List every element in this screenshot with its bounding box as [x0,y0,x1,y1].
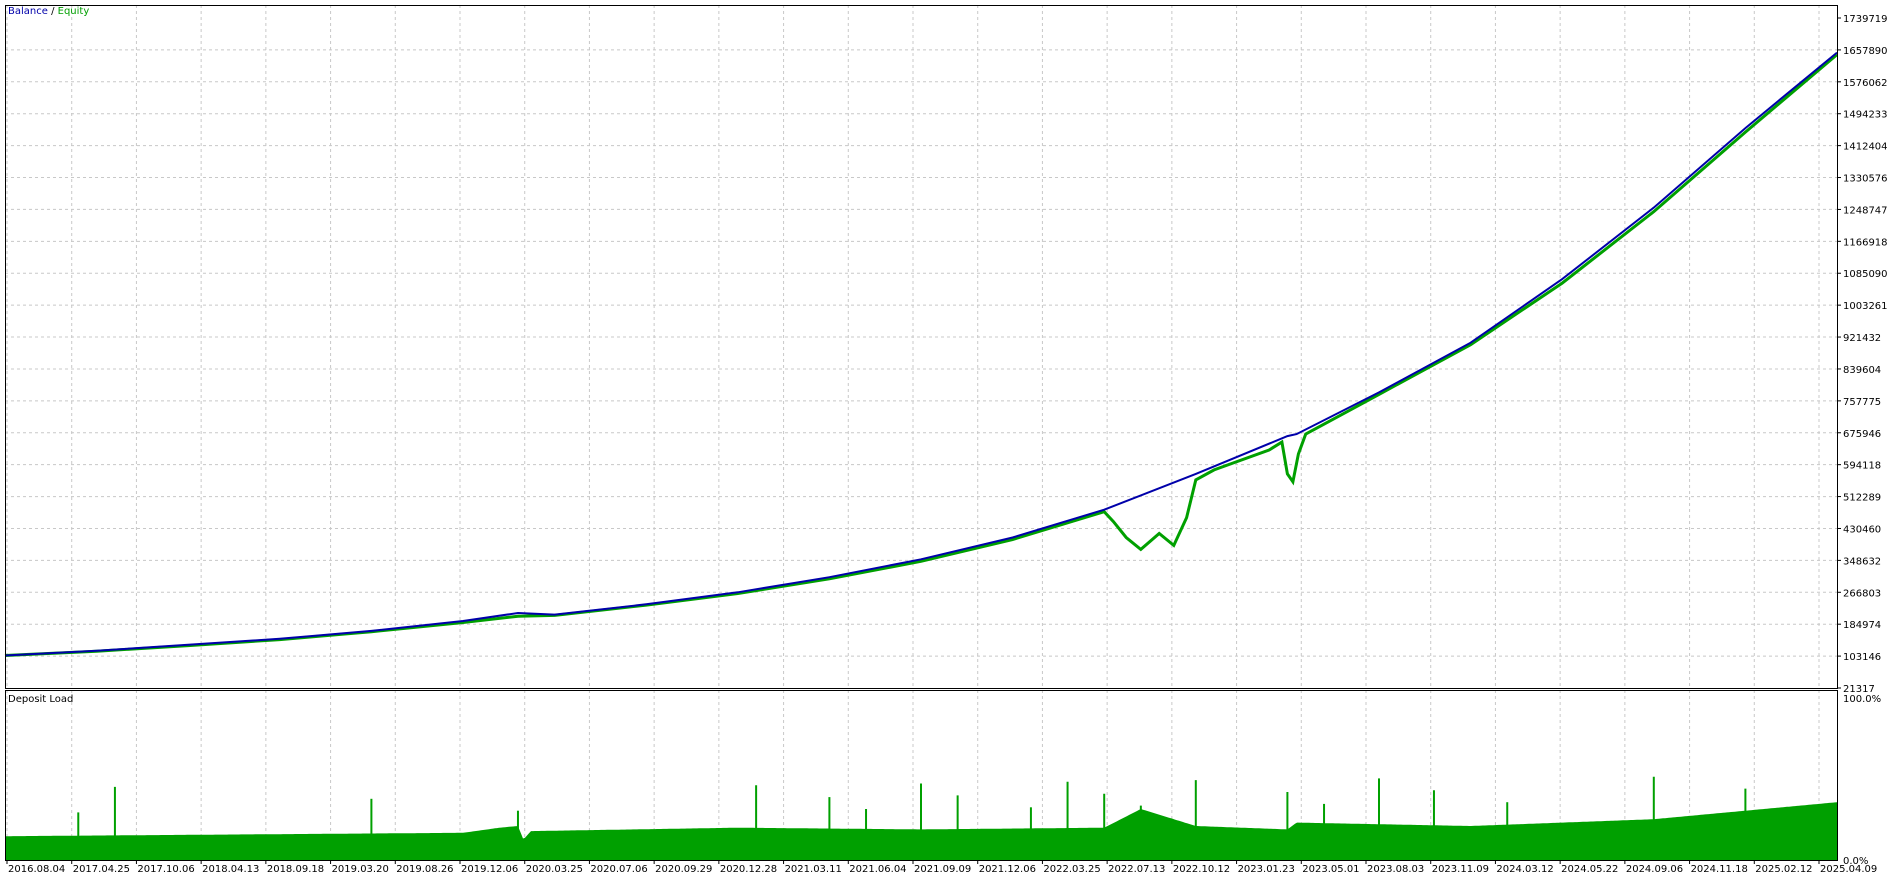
deposit-load-title: Deposit Load [8,694,74,705]
y-tick-label: 921432 [1843,333,1881,344]
x-tick-label: 2021.03.11 [785,864,842,875]
x-tick-label: 2019.12.06 [461,864,518,875]
y-tick-label: 512289 [1843,493,1881,504]
chart-legend: Balance / Equity [8,6,89,17]
x-tick-label: 2018.04.13 [202,864,259,875]
x-tick-label: 2020.03.25 [526,864,583,875]
y-tick-label: 184974 [1843,620,1881,631]
y-tick-label: 430460 [1843,524,1881,535]
x-tick-label: 2021.09.09 [914,864,971,875]
x-tick-label: 2020.12.28 [720,864,777,875]
y-tick-label: 1657890 [1843,46,1888,57]
y-tick-label: 1003261 [1843,301,1888,312]
x-tick-label: 2020.09.29 [655,864,712,875]
x-tick-label: 2023.01.23 [1238,864,1295,875]
x-tick-label: 2022.07.13 [1108,864,1165,875]
x-tick-label: 2022.10.12 [1173,864,1230,875]
y-tick-label: 1330576 [1843,174,1888,185]
legend-equity: Equity [57,6,90,17]
x-tick-label: 2023.11.09 [1432,864,1489,875]
y-tick-label: 266803 [1843,588,1881,599]
y-tick-label: 103146 [1843,652,1881,663]
y-tick-label: 1494233 [1843,110,1888,121]
y-tick-label: 1166918 [1843,237,1888,248]
deposit-load-top-label: 100.0% [1843,694,1881,705]
y-tick-label: 1085090 [1843,269,1888,280]
y-tick-label: 1739719 [1843,14,1888,25]
x-tick-label: 2019.03.20 [332,864,389,875]
x-tick-label: 2023.05.01 [1302,864,1359,875]
x-tick-label: 2021.06.04 [849,864,906,875]
x-tick-label: 2016.08.04 [8,864,65,875]
y-tick-label: 1248747 [1843,205,1888,216]
x-tick-label: 2024.05.22 [1561,864,1618,875]
deposit-load-bottom-label: 0.0% [1843,856,1868,867]
legend-separator: / [47,6,58,17]
x-tick-label: 2024.09.06 [1626,864,1683,875]
x-tick-label: 2024.11.18 [1691,864,1748,875]
x-tick-label: 2024.03.12 [1496,864,1553,875]
y-tick-label: 839604 [1843,365,1881,376]
x-tick-label: 2023.08.03 [1367,864,1424,875]
x-tick-label: 2020.07.06 [590,864,647,875]
x-tick-label: 2018.09.18 [267,864,324,875]
y-tick-label: 1576062 [1843,78,1888,89]
x-tick-label: 2017.10.06 [137,864,194,875]
x-tick-label: 2021.12.06 [979,864,1036,875]
y-tick-label: 675946 [1843,429,1881,440]
y-tick-label: 348632 [1843,556,1881,567]
y-tick-label: 594118 [1843,461,1881,472]
x-tick-label: 2017.04.25 [73,864,130,875]
y-tick-label: 757775 [1843,397,1881,408]
legend-balance: Balance [8,6,48,17]
x-tick-label: 2025.02.12 [1755,864,1812,875]
x-tick-label: 2019.08.26 [396,864,453,875]
backtest-chart: 1739719 1657890 1576062 1494233 1412404 13305… [0,0,1890,877]
y-tick-label: 1412404 [1843,142,1888,153]
x-tick-label: 2022.03.25 [1043,864,1100,875]
